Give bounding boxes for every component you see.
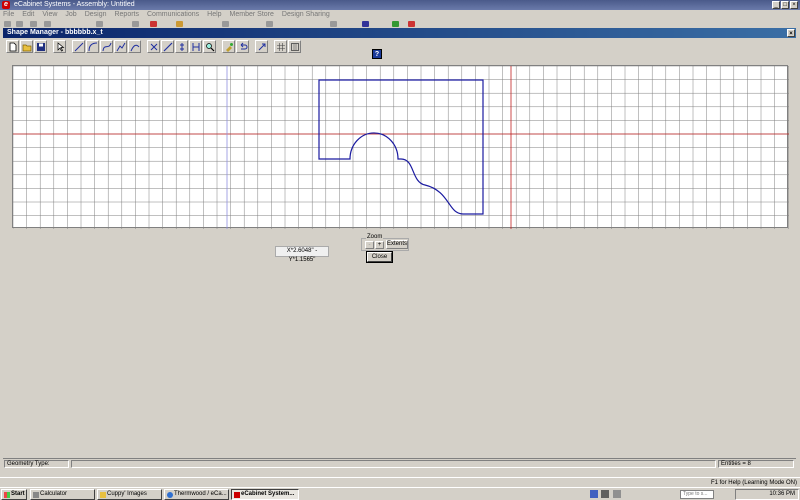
task-label: Calculator — [40, 491, 68, 497]
app-title-bar: e eCabinet Systems - Assembly: Untitled … — [0, 0, 800, 10]
bezier-icon[interactable] — [128, 40, 141, 53]
line-icon[interactable] — [72, 40, 85, 53]
arc-icon[interactable] — [86, 40, 99, 53]
toolbar-icon[interactable] — [4, 21, 11, 27]
display-icon[interactable] — [601, 490, 609, 498]
save-icon[interactable] — [34, 40, 47, 53]
toolbar-icon[interactable] — [222, 21, 229, 27]
maximize-button[interactable]: □ — [781, 1, 789, 9]
menu-design[interactable]: Design — [85, 10, 107, 20]
unused — [319, 80, 483, 214]
vertical-align-icon[interactable] — [175, 40, 188, 53]
menu-edit[interactable]: Edit — [22, 10, 34, 20]
new-icon[interactable] — [6, 40, 19, 53]
undo-icon[interactable] — [236, 40, 249, 53]
menu-design-sharing[interactable]: Design Sharing — [282, 10, 330, 20]
toolbar-icon[interactable] — [330, 21, 337, 27]
windows-logo-icon — [4, 492, 10, 498]
shape-manager-title-bar: Shape Manager - bbbbbb.x_t × — [3, 28, 796, 38]
paint-icon[interactable] — [222, 40, 235, 53]
dialog-close-icon[interactable]: × — [787, 29, 795, 37]
toolbar-icon[interactable] — [392, 21, 399, 27]
transform-icon[interactable] — [255, 40, 268, 53]
toolbar-icon[interactable] — [96, 21, 103, 27]
minimize-button[interactable]: _ — [772, 1, 780, 9]
grid-lines — [13, 66, 789, 229]
select-pointer-icon[interactable] — [53, 40, 66, 53]
zoom-in-button[interactable]: + — [375, 241, 384, 249]
ecabinet-icon — [234, 492, 240, 498]
zoom-out-button[interactable]: - — [365, 241, 374, 249]
calculator-icon — [33, 492, 39, 498]
toolbar-icon[interactable] — [30, 21, 37, 27]
toolbar-icon[interactable] — [132, 21, 139, 27]
menu-help[interactable]: Help — [207, 10, 221, 20]
settings-icon[interactable] — [288, 40, 301, 53]
browser-icon — [167, 492, 173, 498]
canvas-svg[interactable] — [13, 66, 789, 229]
toolbar-icon[interactable] — [44, 21, 51, 27]
status-panel — [71, 460, 716, 468]
menu-bar: File Edit View Job Design Reports Commun… — [0, 10, 800, 20]
menu-job[interactable]: Job — [65, 10, 76, 20]
start-label: Start — [11, 491, 25, 497]
open-icon[interactable] — [20, 40, 33, 53]
clock: 10:36 PM — [769, 491, 795, 497]
task-label: Cuppy' Images — [107, 491, 147, 497]
help-tray-icon[interactable] — [613, 490, 621, 498]
menu-communications[interactable]: Communications — [147, 10, 199, 20]
taskbar: Start Calculator Cuppy' Images Thermwood… — [0, 487, 800, 500]
main-toolbar-strip — [0, 20, 800, 28]
cabinet-shape-outline[interactable] — [318, 79, 484, 215]
task-calculator[interactable]: Calculator — [30, 489, 95, 500]
app-status-bar: F1 for Help (Learning Mode ON) — [0, 477, 800, 487]
app-close-button[interactable]: × — [790, 1, 798, 9]
toolbar-icon[interactable] — [16, 21, 23, 27]
toolbar-icon[interactable] — [362, 21, 369, 27]
search-input[interactable]: Type to s... — [680, 490, 714, 499]
zoom-extents-button[interactable]: Extents — [386, 240, 408, 249]
toolbar-icon[interactable] — [176, 21, 183, 27]
dialog-title: Shape Manager - bbbbbb.x_t — [7, 29, 103, 36]
folder-icon — [100, 492, 106, 498]
curve-icon[interactable] — [100, 40, 113, 53]
delete-icon[interactable] — [147, 40, 160, 53]
start-button[interactable]: Start — [1, 489, 27, 500]
system-tray: 10:36 PM — [735, 489, 799, 500]
diagonal-line-icon[interactable] — [161, 40, 174, 53]
help-icon[interactable]: ? — [372, 49, 382, 59]
coordinate-readout: X*2.6048" -Y*1.1565" — [275, 246, 329, 263]
dialog-status-bar: Geometry Type: Entities = 8 — [3, 458, 796, 468]
close-button[interactable]: Close — [366, 251, 393, 263]
menu-member-store[interactable]: Member Store — [230, 10, 274, 20]
task-thermwood-browser[interactable]: Thermwood / eCa... — [164, 489, 229, 500]
toolbar-icon[interactable] — [408, 21, 415, 27]
geometry-type-status: Geometry Type: — [4, 460, 69, 468]
ecabinet-logo-icon: e — [2, 1, 10, 9]
app-title: eCabinet Systems - Assembly: Untitled — [14, 1, 135, 8]
task-ecabinet[interactable]: eCabinet System... — [231, 489, 299, 500]
menu-reports[interactable]: Reports — [114, 10, 139, 20]
network-icon[interactable] — [590, 490, 598, 498]
entities-count-status: Entities = 8 — [718, 460, 794, 468]
dimension-icon[interactable] — [189, 40, 202, 53]
shape-toolbar — [6, 40, 301, 54]
task-label: eCabinet System... — [241, 491, 295, 497]
polyline-icon[interactable] — [114, 40, 127, 53]
menu-file[interactable]: File — [3, 10, 14, 20]
zoom-group: Zoom - + Extents — [361, 234, 409, 251]
menu-view[interactable]: View — [42, 10, 57, 20]
grid-icon[interactable] — [274, 40, 287, 53]
task-images-folder[interactable]: Cuppy' Images — [97, 489, 162, 500]
help-status-text: F1 for Help (Learning Mode ON) — [710, 480, 797, 486]
drawing-canvas[interactable] — [12, 65, 789, 229]
zoom-legend: Zoom — [366, 234, 384, 241]
toolbar-icon[interactable] — [266, 21, 273, 27]
toolbar-icon[interactable] — [150, 21, 157, 27]
zoom-icon[interactable] — [203, 40, 216, 53]
task-label: Thermwood / eCa... — [174, 491, 227, 497]
